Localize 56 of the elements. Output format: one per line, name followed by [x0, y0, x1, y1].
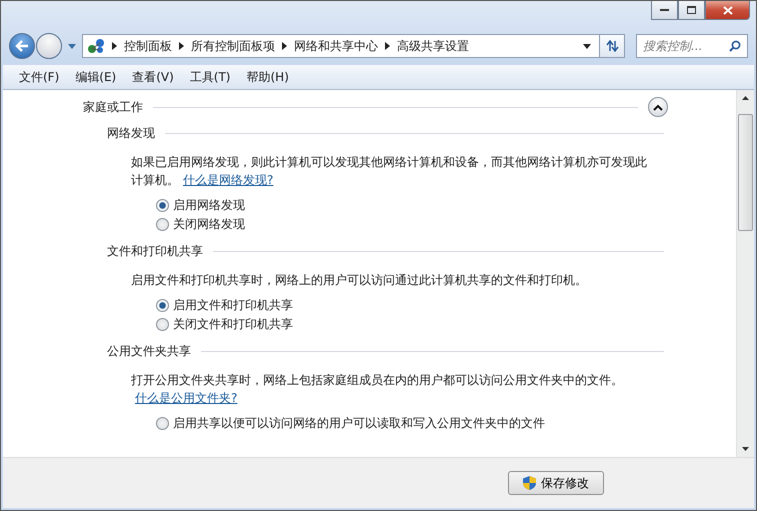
description-text: 启用文件和打印机共享时，网络上的用户可以访问通过此计算机共享的文件和打印机。 — [131, 272, 588, 289]
option-label: 启用共享以便可以访问网络的用户可以读取和写入公用文件夹中的文件 — [173, 415, 545, 432]
radio-button[interactable] — [156, 218, 169, 231]
forward-button[interactable] — [36, 33, 62, 59]
section-heading: 文件和打印机共享 — [107, 242, 203, 260]
minimize-icon — [660, 8, 670, 12]
chevron-up-icon — [653, 104, 663, 110]
radio-button[interactable] — [156, 417, 169, 430]
search-icon — [729, 40, 741, 52]
shield-icon — [523, 476, 536, 490]
save-button[interactable]: 保存修改 — [508, 471, 604, 495]
network-icon — [87, 38, 105, 54]
profile-heading: 家庭或工作 — [83, 98, 143, 116]
scrollbar[interactable] — [736, 90, 754, 457]
menu-item[interactable]: 工具(T) — [190, 68, 230, 86]
section-heading: 网络发现 — [107, 124, 155, 142]
option-label: 启用网络发现 — [173, 197, 245, 214]
scroll-thumb[interactable] — [738, 114, 753, 231]
radio-button[interactable] — [156, 199, 169, 212]
chevron-icon — [385, 42, 390, 50]
close-icon — [722, 6, 732, 14]
dropdown-icon[interactable] — [583, 44, 591, 48]
scroll-up-icon[interactable] — [742, 96, 749, 100]
collapse-button[interactable] — [648, 97, 668, 117]
chevron-icon — [282, 42, 287, 50]
back-button[interactable] — [9, 33, 35, 59]
scroll-down-icon[interactable] — [742, 447, 749, 451]
radio-button[interactable] — [156, 299, 169, 312]
description-text: 如果已启用网络发现，则此计算机可以发现其他网络计算机和设备，而其他网络计算机亦可发现此计算机。 什么是网络发现? — [131, 154, 648, 189]
breadcrumb[interactable]: 控制面板 — [124, 38, 172, 54]
arrow-left-icon — [15, 40, 29, 52]
maximize-button[interactable] — [678, 1, 705, 20]
breadcrumb[interactable]: 高级共享设置 — [397, 38, 469, 54]
option-label: 启用文件和打印机共享 — [173, 297, 293, 314]
help-link[interactable]: 什么是网络发现? — [183, 173, 274, 187]
chevron-icon — [112, 42, 117, 50]
refresh-icon — [605, 40, 619, 52]
help-link[interactable]: 什么是公用文件夹? — [135, 391, 238, 405]
menu-item[interactable]: 编辑(E) — [75, 68, 116, 86]
search-field[interactable]: 搜索控制... — [636, 34, 748, 58]
menu-item[interactable]: 文件(F) — [19, 68, 60, 86]
menu-item[interactable]: 帮助(H) — [246, 68, 289, 86]
refresh-button[interactable] — [599, 34, 625, 58]
address-bar[interactable]: 控制面板 所有控制面板项 网络和共享中心 高级共享设置 — [82, 34, 600, 58]
chevron-icon — [179, 42, 184, 50]
radio-button[interactable] — [156, 318, 169, 331]
option-label: 关闭文件和打印机共享 — [173, 316, 293, 333]
breadcrumb[interactable]: 所有控制面板项 — [191, 38, 275, 54]
description-text: 打开公用文件夹共享时，网络上包括家庭组成员在内的用户都可以访问公用文件夹中的文件。 什么是公用文件夹? — [131, 372, 624, 407]
breadcrumb[interactable]: 网络和共享中心 — [294, 38, 378, 54]
menu-item[interactable]: 查看(V) — [132, 68, 174, 86]
option-label: 关闭网络发现 — [173, 216, 245, 233]
maximize-icon — [686, 6, 696, 14]
close-button[interactable] — [705, 1, 750, 20]
minimize-button[interactable] — [651, 1, 678, 20]
section-heading: 公用文件夹共享 — [107, 342, 191, 360]
